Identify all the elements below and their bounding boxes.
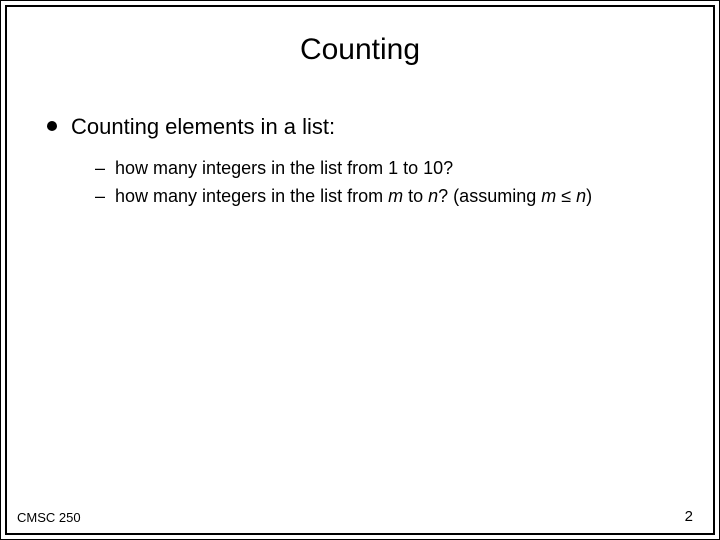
var-n2: n bbox=[576, 186, 586, 206]
footer-course-code: CMSC 250 bbox=[17, 510, 81, 525]
sub-item-1: – how many integers in the list from 1 t… bbox=[95, 156, 673, 180]
footer-page-number: 2 bbox=[685, 508, 693, 525]
sub-list: – how many integers in the list from 1 t… bbox=[95, 156, 673, 209]
var-n: n bbox=[428, 186, 438, 206]
bullet-text: Counting elements in a list: bbox=[71, 113, 335, 142]
bullet-item: Counting elements in a list: bbox=[47, 113, 673, 142]
var-m: m bbox=[388, 186, 403, 206]
sub-item-1-text: how many integers in the list from 1 to … bbox=[115, 156, 453, 180]
sub2-le: ≤ bbox=[556, 186, 576, 206]
slide-outer-frame: Counting Counting elements in a list: – … bbox=[0, 0, 720, 540]
slide-inner-frame: Counting Counting elements in a list: – … bbox=[5, 5, 715, 535]
sub-item-2: – how many integers in the list from m t… bbox=[95, 184, 673, 208]
sub2-pre: how many integers in the list from bbox=[115, 186, 388, 206]
bullet-dot-icon bbox=[47, 121, 57, 131]
sub-item-2-text: how many integers in the list from m to … bbox=[115, 184, 592, 208]
dash-icon: – bbox=[95, 184, 105, 208]
var-m2: m bbox=[541, 186, 556, 206]
sub2-mid1: to bbox=[403, 186, 428, 206]
slide-content: Counting elements in a list: – how many … bbox=[47, 113, 673, 212]
slide-title: Counting bbox=[7, 33, 713, 67]
sub2-post: ) bbox=[586, 186, 592, 206]
sub2-mid2: ? (assuming bbox=[438, 186, 541, 206]
dash-icon: – bbox=[95, 156, 105, 180]
